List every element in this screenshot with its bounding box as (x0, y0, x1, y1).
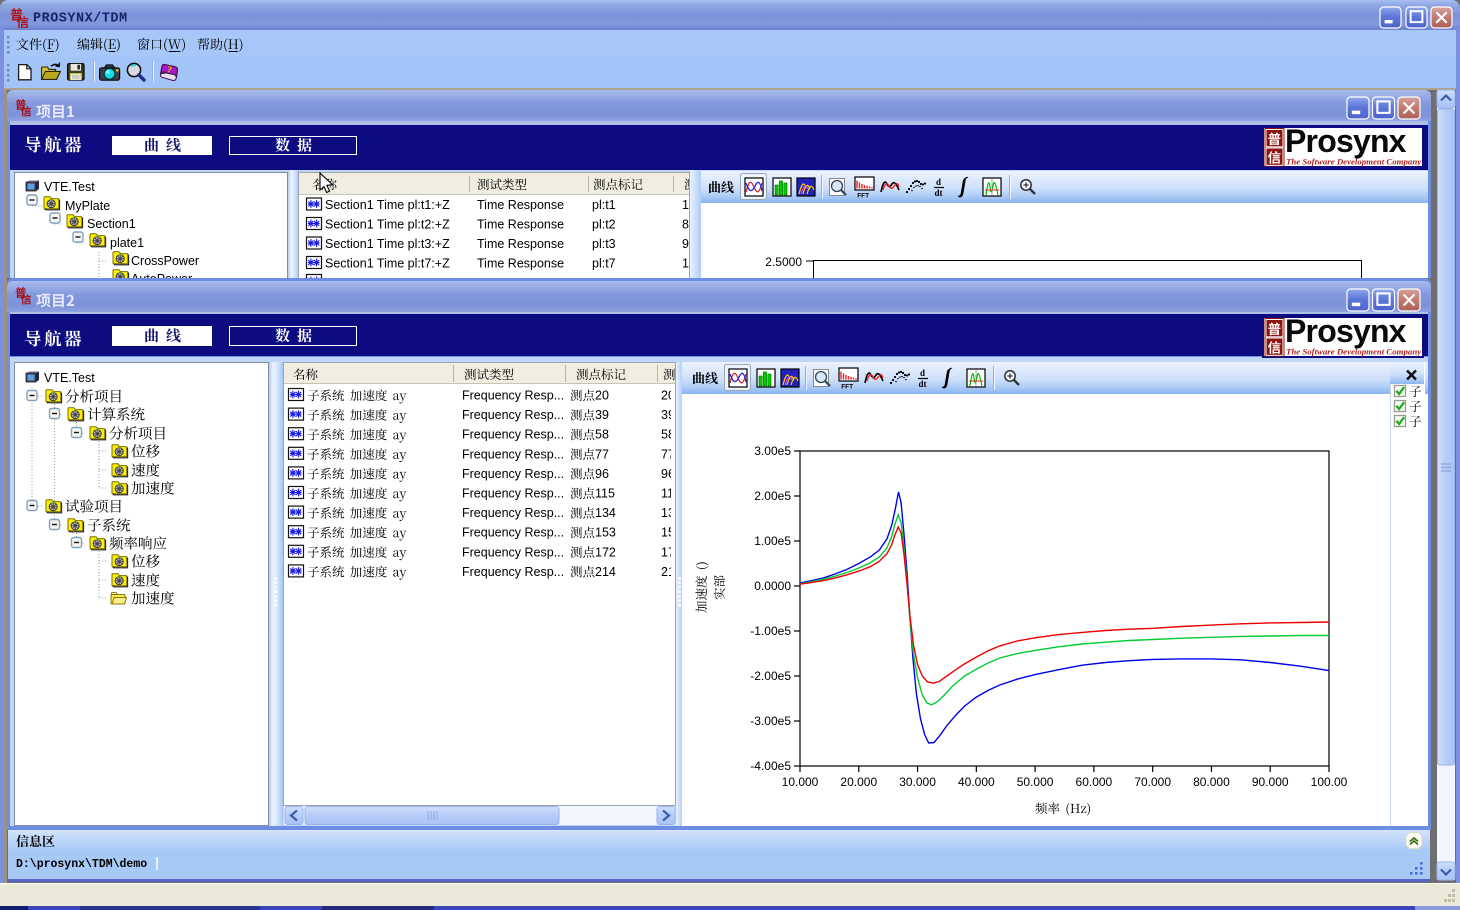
svg-text:Frequency Resp...: Frequency Resp... (462, 389, 564, 403)
svg-text:1.00e5: 1.00e5 (754, 534, 791, 548)
svg-text:Frequency Resp...: Frequency Resp... (462, 506, 564, 520)
svg-text:90.000: 90.000 (1252, 775, 1289, 789)
svg-text:Frequency Resp...: Frequency Resp... (462, 467, 564, 481)
svg-text:115: 115 (595, 487, 615, 501)
svg-text:dt: dt (919, 379, 927, 389)
svg-text:134: 134 (661, 506, 682, 520)
svg-text:2.00e5: 2.00e5 (754, 489, 791, 503)
svg-text:172: 172 (595, 545, 616, 559)
svg-text:30.000: 30.000 (899, 775, 936, 789)
svg-text:77: 77 (661, 447, 675, 461)
svg-text:70.000: 70.000 (1134, 775, 1171, 789)
svg-text:Frequency Resp...: Frequency Resp... (462, 526, 564, 540)
svg-text:-2.00e5: -2.00e5 (750, 669, 791, 683)
svg-text:214: 214 (595, 565, 616, 579)
svg-text:100.00: 100.00 (1311, 775, 1348, 789)
svg-text:Frequency Resp...: Frequency Resp... (462, 428, 564, 442)
svg-text:60.000: 60.000 (1076, 775, 1113, 789)
svg-text:-1.00e5: -1.00e5 (750, 624, 791, 638)
svg-text:134: 134 (595, 506, 616, 520)
svg-text:39: 39 (595, 408, 609, 422)
svg-text:153: 153 (595, 526, 616, 540)
svg-text:58: 58 (661, 428, 675, 442)
svg-text:20.000: 20.000 (840, 775, 877, 789)
svg-text:Frequency Resp...: Frequency Resp... (462, 447, 564, 461)
svg-text:FFT: FFT (841, 384, 853, 391)
svg-text:Prosynx: Prosynx (1285, 313, 1407, 349)
svg-text:The Software Development Compa: The Software Development Company (1286, 347, 1421, 357)
svg-text:39: 39 (661, 408, 675, 422)
svg-text:214: 214 (661, 565, 682, 579)
svg-text:77: 77 (595, 447, 609, 461)
svg-text:-3.00e5: -3.00e5 (750, 714, 791, 728)
svg-text:PROSYNX/TDM: PROSYNX/TDM (33, 12, 128, 27)
svg-text:D:\prosynx\TDM\demo: D:\prosynx\TDM\demo (16, 858, 147, 871)
svg-text:Frequency Resp...: Frequency Resp... (462, 545, 564, 559)
svg-text:50.000: 50.000 (1017, 775, 1054, 789)
svg-text:d: d (920, 368, 925, 378)
svg-text:40.000: 40.000 (958, 775, 995, 789)
svg-text:Frequency Resp...: Frequency Resp... (462, 487, 564, 501)
svg-text:153: 153 (661, 526, 682, 540)
svg-text:58: 58 (595, 428, 609, 442)
svg-text:Frequency Resp...: Frequency Resp... (462, 408, 564, 422)
svg-text:80.000: 80.000 (1193, 775, 1230, 789)
svg-text:VTE.Test: VTE.Test (44, 371, 95, 385)
svg-text:20: 20 (661, 389, 675, 403)
svg-text:172: 172 (661, 545, 682, 559)
svg-text:3.00e5: 3.00e5 (754, 444, 791, 458)
svg-text:20: 20 (595, 389, 609, 403)
svg-text:96: 96 (661, 467, 675, 481)
svg-text:10.000: 10.000 (782, 775, 819, 789)
svg-text:-4.00e5: -4.00e5 (750, 759, 791, 773)
svg-text:115: 115 (661, 487, 681, 501)
svg-text:96: 96 (595, 467, 609, 481)
svg-text:Frequency Resp...: Frequency Resp... (462, 565, 564, 579)
svg-text:0.0000: 0.0000 (754, 579, 791, 593)
